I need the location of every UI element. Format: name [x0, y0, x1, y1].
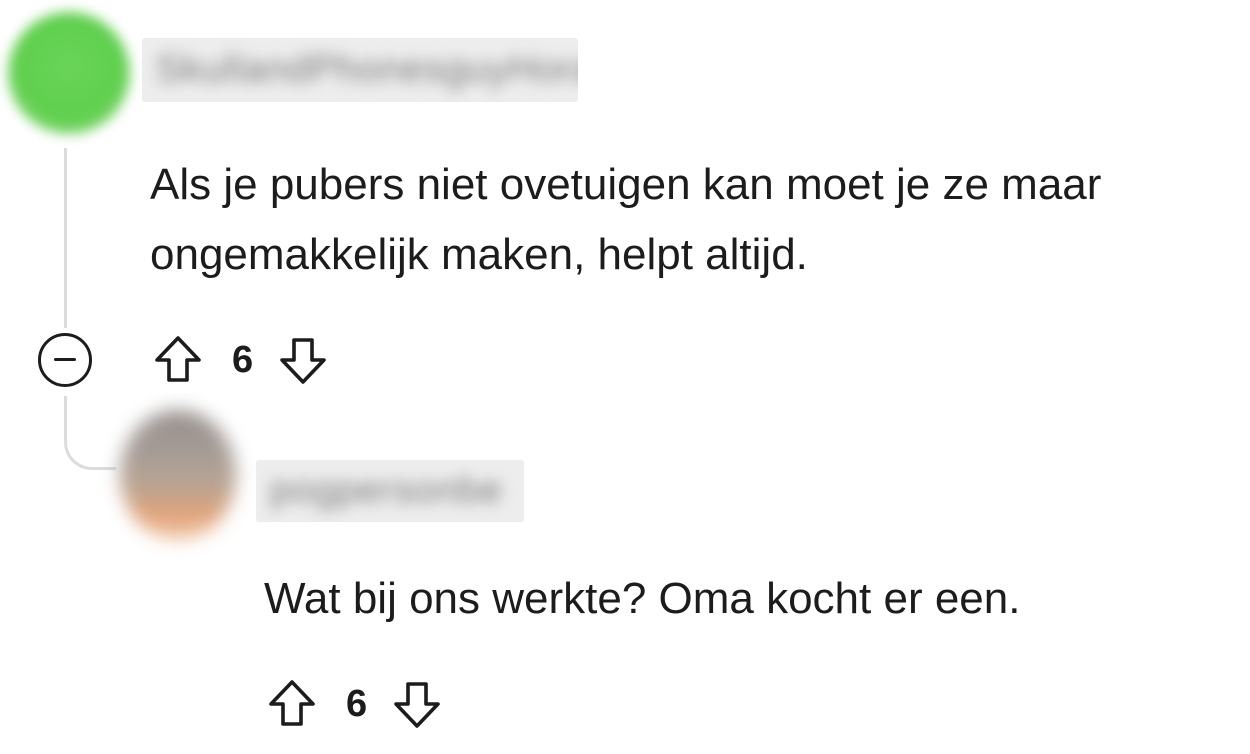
- collapse-thread-button[interactable]: [38, 333, 92, 387]
- avatar[interactable]: [8, 12, 130, 134]
- username-blurred[interactable]: pogpersonbe: [256, 460, 524, 522]
- comment-body: Wat bij ons werkte? Oma kocht er een.: [264, 564, 1020, 634]
- vote-bar: 6: [150, 330, 331, 390]
- comment-text-line: Wat bij ons werkte? Oma kocht er een.: [264, 574, 1021, 623]
- upvote-button[interactable]: [264, 674, 320, 734]
- username-text: SkullandPhonesguyHoracio: [156, 48, 578, 91]
- comment-body: Als je pubers niet ovetuigen kan moet je…: [150, 150, 1101, 290]
- vote-bar: 6: [264, 674, 445, 734]
- downvote-button[interactable]: [275, 330, 331, 390]
- vote-count: 6: [232, 338, 254, 381]
- comment-text-line: ongemakkelijk maken, helpt altijd.: [150, 230, 808, 279]
- username-blurred[interactable]: SkullandPhonesguyHoracio: [142, 38, 578, 102]
- reply-thread-connector: [64, 396, 116, 470]
- vote-count: 6: [346, 682, 368, 725]
- upvote-button[interactable]: [150, 330, 206, 390]
- arrow-up-icon: [269, 680, 315, 726]
- username-text: pogpersonbe: [270, 469, 503, 512]
- arrow-up-icon: [155, 336, 201, 382]
- downvote-button[interactable]: [389, 674, 445, 734]
- arrow-down-icon: [280, 338, 326, 384]
- thread-line: [64, 148, 67, 328]
- avatar[interactable]: [120, 410, 236, 540]
- arrow-down-icon: [394, 682, 440, 728]
- comment-text-line: Als je pubers niet ovetuigen kan moet je…: [150, 160, 1102, 209]
